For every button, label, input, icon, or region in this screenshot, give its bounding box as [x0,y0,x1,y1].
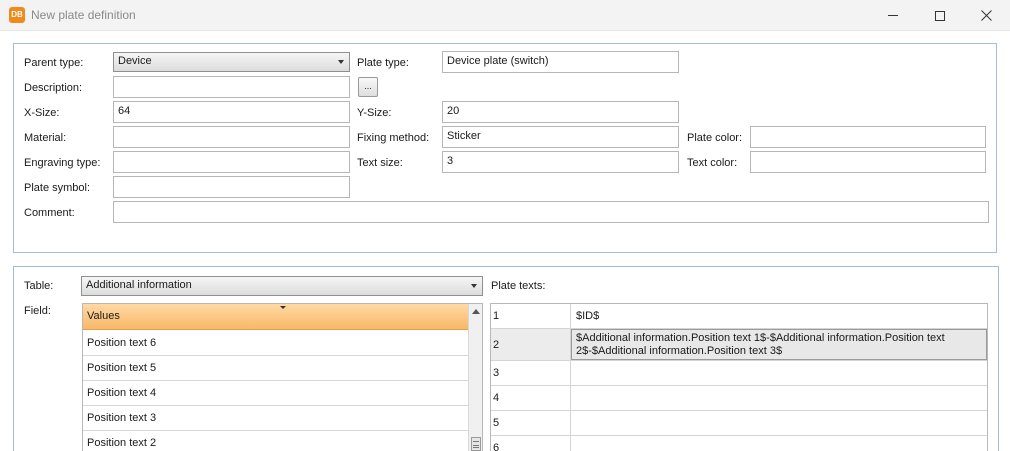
table-row[interactable]: 1 $ID$ [491,304,987,329]
field-list[interactable]: Values Position text 6 Position text 5 P… [82,303,483,451]
plate-type-field[interactable]: Device plate (switch) [442,51,679,73]
plate-type-label: Plate type: [357,57,409,69]
window-title: New plate definition [31,8,136,22]
table-row[interactable]: 5 [491,411,987,436]
plate-symbol-field[interactable] [113,176,350,198]
scroll-thumb[interactable] [471,437,481,451]
table-value: Additional information [86,279,192,291]
row-number: 1 [491,304,571,328]
text-size-label: Text size: [357,157,403,169]
list-item[interactable]: Position text 4 [83,381,468,406]
chevron-down-icon [338,60,344,64]
material-label: Material: [24,132,67,144]
text-color-field[interactable] [750,151,986,173]
app-icon: DB [9,7,25,23]
xsize-field[interactable]: 64 [113,101,350,123]
list-item[interactable]: Position text 6 [83,331,468,356]
list-item[interactable]: Position text 3 [83,406,468,431]
minimize-button[interactable] [870,0,916,31]
table-row[interactable]: 4 [491,386,987,411]
plate-text-cell[interactable] [571,386,987,410]
engraving-type-field[interactable] [113,151,350,173]
row-number: 6 [491,436,571,451]
parent-type-combo[interactable]: Device [113,52,350,72]
plate-text-cell[interactable]: $Additional information.Position text 1$… [571,329,987,360]
parent-type-value: Device [118,55,152,67]
plate-text-cell[interactable] [571,411,987,435]
plate-color-field[interactable] [750,126,986,148]
plate-texts-grid[interactable]: 1 $ID$ 2 $Additional information.Positio… [490,303,988,451]
row-number: 4 [491,386,571,410]
table-label: Table: [24,280,54,292]
xsize-label: X-Size: [24,107,60,119]
close-button[interactable] [963,0,1009,31]
plate-text-cell[interactable] [571,436,987,451]
scroll-up-icon[interactable] [472,309,480,314]
list-item[interactable]: Position text 2 [83,431,468,451]
table-row[interactable]: 6 [491,436,987,451]
table-row-selected[interactable]: 2 $Additional information.Position text … [491,329,987,361]
row-number: 3 [491,361,571,385]
plate-texts-label: Plate texts: [491,280,546,292]
row-number: 2 [491,329,571,360]
plate-symbol-label: Plate symbol: [24,182,91,194]
fixing-method-label: Fixing method: [357,132,430,144]
table-combo[interactable]: Additional information [81,276,483,296]
ysize-label: Y-Size: [357,107,392,119]
maximize-button[interactable] [917,0,963,31]
parent-type-label: Parent type: [24,57,84,69]
field-label: Field: [24,305,51,317]
field-list-header-label: Values [87,310,120,322]
plate-text-cell[interactable] [571,361,987,385]
field-list-header[interactable]: Values [83,304,468,330]
comment-field[interactable] [113,201,989,223]
chevron-down-icon [471,284,477,288]
material-field[interactable] [113,126,350,148]
row-number: 5 [491,411,571,435]
list-item[interactable]: Position text 5 [83,356,468,381]
maximize-icon [935,10,945,21]
description-browse-button[interactable]: ... [358,77,378,97]
text-size-field[interactable]: 3 [442,151,679,173]
text-color-label: Text color: [687,157,738,169]
plate-text-cell[interactable]: $ID$ [571,304,987,328]
engraving-type-label: Engraving type: [24,157,101,169]
description-field[interactable] [113,76,350,98]
table-row[interactable]: 3 [491,361,987,386]
title-bar: DB New plate definition [0,0,1010,31]
close-icon [980,10,992,21]
field-list-scrollbar[interactable] [468,304,482,451]
plate-color-label: Plate color: [687,132,743,144]
sort-indicator-icon [280,306,286,309]
description-label: Description: [24,82,83,94]
minimize-icon [888,15,898,16]
ysize-field[interactable]: 20 [442,101,679,123]
comment-label: Comment: [24,207,75,219]
fixing-method-field[interactable]: Sticker [442,126,679,148]
